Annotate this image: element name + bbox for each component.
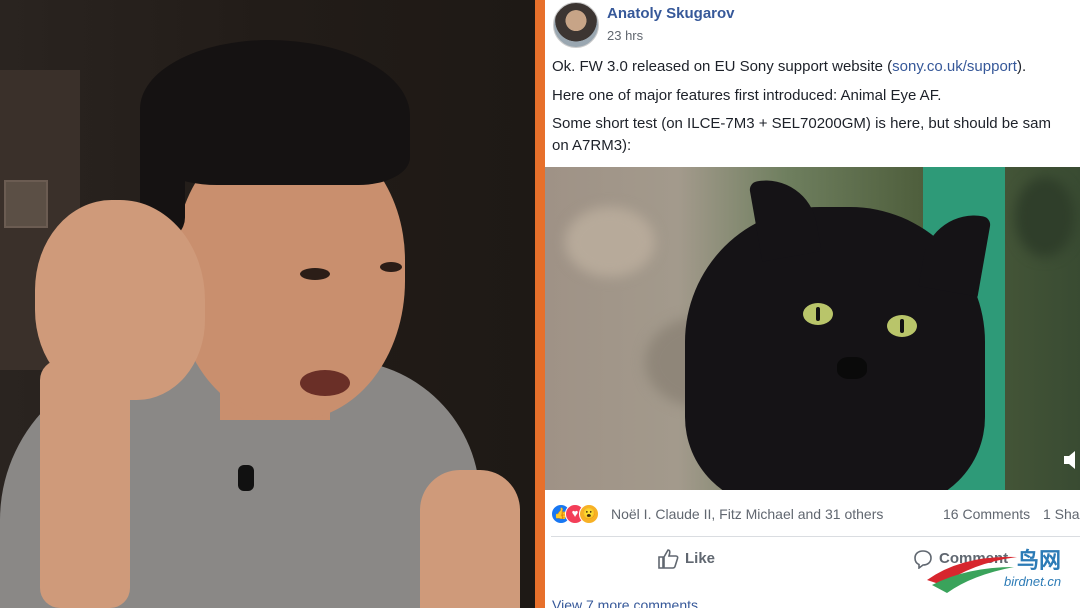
post-line-4: on A7RM3): <box>552 137 632 154</box>
reaction-names[interactable]: Noël I. Claude II, Fitz Michael and 31 o… <box>611 506 883 522</box>
bokeh <box>565 207 655 277</box>
comments-count[interactable]: 16 Comments <box>943 506 1030 522</box>
divider-line <box>551 536 1080 537</box>
cat-nose <box>837 357 867 379</box>
facebook-post: Anatoly Skugarov 23 hrs Ok. FW 3.0 relea… <box>545 0 1080 608</box>
volume-icon[interactable] <box>1062 449 1080 471</box>
author-avatar[interactable] <box>553 2 599 48</box>
author-name[interactable]: Anatoly Skugarov <box>607 5 735 22</box>
cat-video[interactable] <box>545 167 1080 490</box>
cat-ear-left <box>748 172 822 262</box>
shares-count[interactable]: 1 Sha <box>1043 506 1080 522</box>
thumbs-up-icon <box>658 549 679 569</box>
sony-support-link[interactable]: sony.co.uk/support <box>892 58 1017 75</box>
view-more-comments-link[interactable]: View 7 more comments <box>552 597 698 608</box>
post-line-1-end: ). <box>1016 58 1027 75</box>
cat-eye-right <box>887 315 917 337</box>
mouth <box>300 370 350 396</box>
lapel-mic <box>238 465 254 491</box>
background-frame <box>4 180 48 228</box>
left-eye <box>300 268 330 280</box>
like-button[interactable]: Like <box>657 549 715 569</box>
watermark-en: birdnet.cn <box>1004 574 1062 589</box>
wow-reaction-icon: 😮 <box>579 504 599 524</box>
orange-divider <box>535 0 545 608</box>
like-label: Like <box>685 549 716 567</box>
arm <box>420 470 520 608</box>
post-time[interactable]: 23 hrs <box>607 28 643 43</box>
presenter-video <box>0 0 535 608</box>
right-eye <box>380 262 402 272</box>
cat-eye-left <box>803 303 833 325</box>
post-line-3: Some short test (on ILCE-7M3 + SEL70200G… <box>552 115 1051 132</box>
post-line-1: Ok. FW 3.0 released on EU Sony support w… <box>552 58 1026 75</box>
watermark-cn: 鸟网 <box>1017 548 1062 573</box>
post-line-1-text: Ok. FW 3.0 released on EU Sony support w… <box>552 58 893 75</box>
birdnet-watermark: 鸟网 birdnet.cn <box>922 540 1072 600</box>
reaction-icons[interactable]: 👍 ♥ 😮 <box>551 504 611 524</box>
bokeh <box>1015 177 1075 257</box>
forearm <box>40 360 130 608</box>
post-line-2: Here one of major features first introdu… <box>552 87 942 104</box>
